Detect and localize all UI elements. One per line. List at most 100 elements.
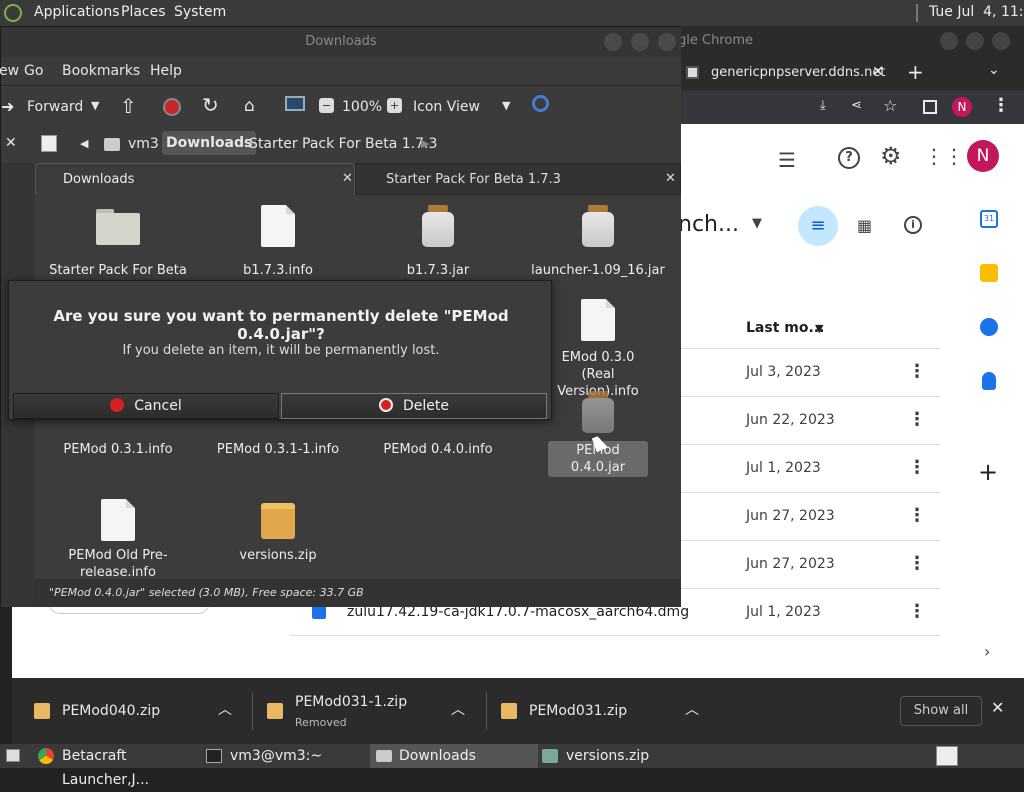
menu-view[interactable]: ew (0, 63, 19, 79)
settings-gear-icon[interactable]: ⚙ (880, 142, 902, 170)
cancel-button[interactable]: Cancel (13, 393, 279, 419)
info-icon[interactable]: i (904, 216, 922, 234)
modified-date: Jun 27, 2023 (746, 556, 835, 572)
clock[interactable]: Tue Jul 4, 11:18 (929, 4, 1024, 20)
file-item[interactable]: Starter Pack For Beta 1.7.3 (43, 205, 193, 285)
profile-avatar[interactable]: N (952, 97, 972, 117)
tab-search-chevron-icon[interactable]: ⌄ (988, 62, 1000, 78)
chevron-up-icon[interactable]: ︿ (685, 699, 699, 719)
show-all-button[interactable]: Show all (900, 696, 982, 726)
chrome-tab-title[interactable]: genericpnpserver.ddns.net (711, 65, 885, 80)
file-item[interactable]: b1.7.3.jar (363, 205, 513, 285)
menu-bookmarks[interactable]: Bookmarks (62, 63, 140, 79)
more-options-icon[interactable]: ⋮ (908, 601, 926, 622)
help-icon[interactable]: ? (838, 147, 860, 169)
close-icon[interactable] (992, 32, 1010, 50)
sort-last-modified-header[interactable]: Last mo... (746, 320, 824, 336)
search-icon[interactable] (532, 95, 549, 112)
dialog-message: If you delete an item, it will be perman… (122, 343, 440, 358)
heading-dropdown-icon[interactable]: ▼ (752, 216, 762, 231)
install-icon[interactable]: ⤓ (820, 98, 826, 113)
file-item[interactable]: PEMod 0.4.0.info (363, 421, 513, 481)
minimize-icon[interactable] (604, 33, 622, 51)
task-archive[interactable]: versions.zip (542, 744, 702, 768)
breadcrumb-starter-pack[interactable]: Starter Pack For Beta 1.7.3 (249, 136, 437, 152)
tasks-icon[interactable] (980, 318, 998, 336)
zoom-in-icon[interactable]: + (387, 98, 402, 113)
tab-close-icon[interactable]: ✕ (342, 171, 353, 186)
tab-starter-pack[interactable]: Starter Pack For Beta 1.7.3 ✕ (355, 163, 681, 195)
tab-close-icon[interactable]: ✕ (665, 171, 676, 186)
new-tab-icon[interactable]: + (907, 60, 924, 84)
collapse-side-icon[interactable]: › (984, 642, 990, 661)
path-forward-icon[interactable]: ▶ (421, 137, 429, 150)
task-downloads[interactable]: Downloads (370, 744, 538, 768)
more-options-icon[interactable]: ⋮ (908, 505, 926, 526)
download-item[interactable]: PEMod031-1.zip Removed ︿ (253, 678, 486, 744)
more-options-icon[interactable]: ⋮ (908, 457, 926, 478)
file-item[interactable]: b1.7.3.info (203, 205, 353, 285)
maximize-icon[interactable] (631, 33, 649, 51)
forward-arrow-icon[interactable]: ➜ (1, 97, 14, 116)
minimize-icon[interactable] (940, 32, 958, 50)
chrome-menu-icon[interactable]: ⋮ (992, 95, 1010, 116)
menu-places[interactable]: Places (121, 4, 166, 20)
close-sidebar-icon[interactable]: ✕ (5, 135, 17, 151)
apps-grid-icon[interactable]: ⋮⋮ (924, 144, 964, 168)
breadcrumb-downloads[interactable]: Downloads (162, 131, 257, 155)
keep-icon[interactable] (980, 264, 998, 282)
account-avatar[interactable]: N (967, 140, 999, 172)
more-options-icon[interactable]: ⋮ (908, 409, 926, 430)
tab-close-icon[interactable]: ✕ (872, 64, 884, 80)
up-arrow-icon[interactable]: ⇧ (120, 94, 137, 118)
path-back-icon[interactable]: ◀ (80, 137, 88, 150)
grid-view-icon[interactable]: ▦ (857, 216, 872, 235)
menu-go[interactable]: Go (24, 63, 43, 79)
contacts-icon[interactable] (982, 372, 996, 390)
file-item[interactable]: PEMod Old Pre-release.info (43, 499, 193, 580)
task-terminal[interactable]: vm3@vm3:~ (206, 744, 366, 768)
calendar-icon[interactable]: 31 (980, 210, 998, 228)
add-app-icon[interactable]: + (978, 458, 998, 486)
download-item[interactable]: PEMod031.zip ︿ (487, 678, 720, 744)
share-icon[interactable]: ⋖ (851, 98, 862, 113)
file-item[interactable]: PEMod 0.3.1.info (43, 421, 193, 481)
maximize-icon[interactable] (966, 32, 984, 50)
show-desktop-icon[interactable] (6, 749, 20, 762)
menu-system[interactable]: System (174, 4, 226, 20)
delete-button[interactable]: Delete (281, 393, 547, 419)
download-item[interactable]: PEMod040.zip ︿ (12, 678, 252, 744)
menu-applications[interactable]: Applications (34, 4, 120, 20)
chevron-up-icon[interactable]: ︿ (451, 699, 465, 719)
reload-icon[interactable]: ↻ (202, 93, 219, 117)
distro-logo-icon[interactable] (4, 4, 22, 22)
forward-button[interactable]: Forward (27, 99, 83, 115)
file-item[interactable]: launcher-1.09_16.jar (523, 205, 673, 285)
forward-dropdown-icon[interactable]: ▼ (91, 99, 99, 112)
zoom-out-icon[interactable]: − (319, 98, 334, 113)
close-icon[interactable] (658, 33, 676, 51)
computer-icon[interactable] (285, 96, 305, 111)
breadcrumb-vm3[interactable]: vm3 (128, 136, 159, 152)
file-item[interactable]: versions.zip (203, 499, 353, 579)
stop-icon[interactable] (163, 98, 181, 116)
side-panel-icon[interactable] (923, 100, 937, 114)
sort-arrow-icon[interactable]: ▼ (815, 322, 823, 335)
bookmark-star-icon[interactable]: ☆ (883, 96, 897, 115)
file-item[interactable]: PEMod 0.3.1-1.info (203, 421, 353, 481)
filter-icon[interactable]: ≡ (798, 206, 838, 246)
notification-icon[interactable] (936, 746, 958, 766)
view-mode-select[interactable]: Icon View (413, 99, 480, 115)
drive-heading[interactable]: nch... (678, 212, 739, 237)
more-options-icon[interactable]: ⋮ (908, 553, 926, 574)
more-options-icon[interactable]: ⋮ (908, 361, 926, 382)
view-dropdown-icon[interactable]: ▼ (502, 99, 510, 112)
task-chrome[interactable]: Betacraft Launcher,J... (38, 744, 200, 788)
menu-help[interactable]: Help (150, 63, 182, 79)
edit-location-icon[interactable] (41, 135, 57, 152)
close-shelf-icon[interactable]: ✕ (991, 698, 1004, 717)
chevron-up-icon[interactable]: ︿ (218, 699, 232, 719)
search-options-icon[interactable]: ☰ (778, 148, 796, 172)
home-icon[interactable]: ⌂ (244, 96, 255, 116)
tab-downloads[interactable]: Downloads ✕ (35, 163, 355, 195)
